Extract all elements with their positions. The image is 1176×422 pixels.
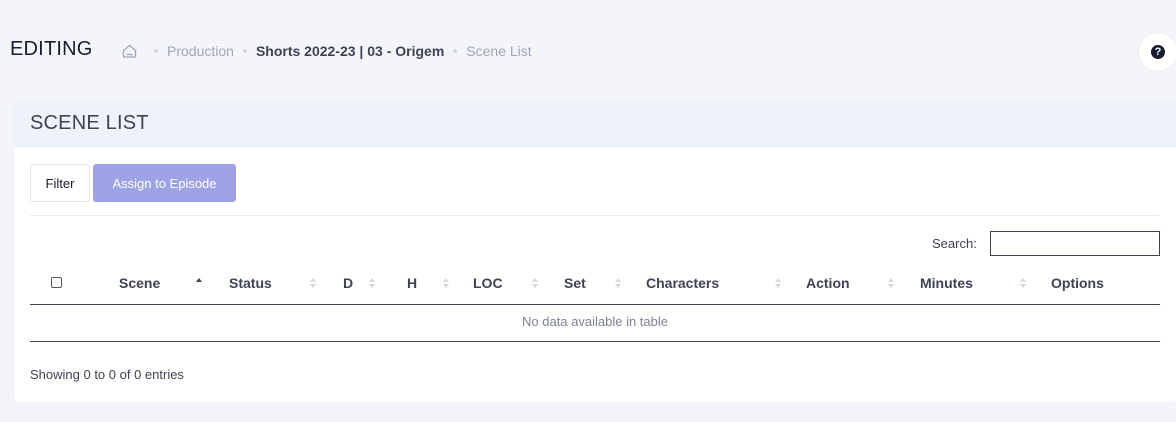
- column-header-options: Options: [1051, 275, 1104, 291]
- breadcrumb: Production Shorts 2022-23 | 03 - Origem …: [122, 43, 532, 59]
- column-header-h[interactable]: H: [407, 270, 417, 304]
- breadcrumb-separator: [242, 49, 247, 53]
- breadcrumb-separator: [453, 49, 458, 53]
- column-header-status[interactable]: Status: [229, 270, 272, 304]
- help-button[interactable]: ?: [1138, 32, 1176, 72]
- sort-icon[interactable]: [310, 278, 316, 288]
- sort-icon[interactable]: [369, 278, 375, 288]
- sort-ascending-icon[interactable]: [196, 278, 202, 288]
- column-header-loc[interactable]: LOC: [473, 270, 503, 304]
- home-icon[interactable]: [122, 44, 137, 58]
- filter-button[interactable]: Filter: [30, 164, 90, 202]
- breadcrumb-current: Scene List: [466, 43, 532, 59]
- card-header: SCENE LIST: [14, 99, 1176, 147]
- table-empty-row: No data available in table: [30, 305, 1160, 342]
- breadcrumb-production[interactable]: Production: [167, 43, 234, 59]
- sort-icon[interactable]: [443, 278, 449, 288]
- sort-icon[interactable]: [775, 278, 781, 288]
- sort-icon[interactable]: [532, 278, 538, 288]
- scene-list-card: SCENE LIST Filter Assign to Episode Sear…: [14, 99, 1176, 402]
- assign-to-episode-button[interactable]: Assign to Episode: [93, 164, 236, 202]
- column-header-action[interactable]: Action: [806, 270, 850, 304]
- column-header-set[interactable]: Set: [564, 270, 586, 304]
- page-header: EDITING Production Shorts 2022-23 | 03 -…: [0, 0, 1176, 100]
- sort-icon[interactable]: [1020, 278, 1026, 288]
- sort-icon[interactable]: [888, 278, 894, 288]
- column-header-scene[interactable]: Scene: [119, 270, 160, 304]
- column-header-d[interactable]: D: [343, 270, 353, 304]
- column-header-minutes[interactable]: Minutes: [920, 270, 973, 304]
- select-all-checkbox[interactable]: [51, 277, 62, 288]
- search-input[interactable]: [990, 231, 1160, 256]
- page-title: EDITING: [10, 38, 93, 60]
- table-header-row: Scene Status D H LOC Set Characters Acti…: [30, 270, 1160, 305]
- card-title: SCENE LIST: [30, 112, 149, 134]
- search-label: Search:: [932, 236, 977, 251]
- breadcrumb-project[interactable]: Shorts 2022-23 | 03 - Origem: [256, 43, 444, 59]
- question-circle-icon: ?: [1151, 45, 1165, 59]
- column-header-characters[interactable]: Characters: [646, 270, 719, 304]
- sort-icon[interactable]: [615, 278, 621, 288]
- table-info: Showing 0 to 0 of 0 entries: [30, 367, 184, 382]
- toolbar-divider: [30, 215, 1160, 216]
- breadcrumb-separator: [154, 49, 158, 53]
